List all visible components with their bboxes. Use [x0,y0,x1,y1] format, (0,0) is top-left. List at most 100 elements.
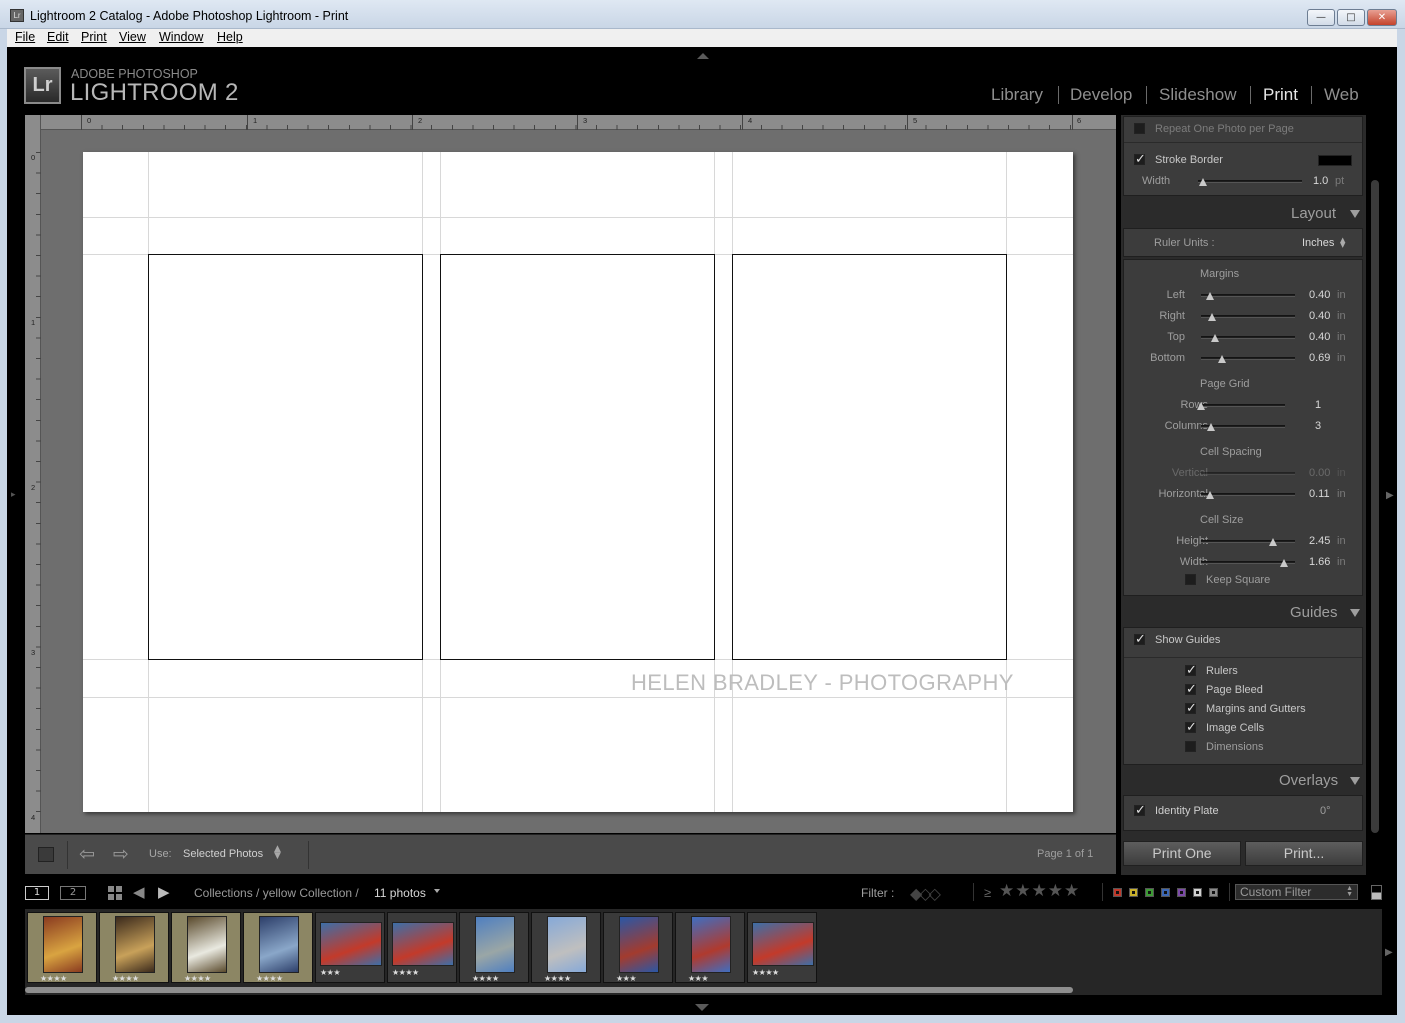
next-page-icon[interactable]: ⇨ [113,843,129,865]
grid-view-icon[interactable] [108,886,122,900]
module-print[interactable]: Print [1263,85,1298,105]
collapse-triangle-icon[interactable] [1350,210,1360,218]
margins-gutters-checkbox[interactable]: ✓ [1185,702,1197,715]
bottom-panel-toggle-icon[interactable] [695,1004,709,1011]
guides-panel-header[interactable]: Guides [1290,604,1338,621]
identity-plate-overlay[interactable]: HELEN BRADLEY - PHOTOGRAPHY [631,670,1014,696]
margin-left-slider[interactable] [1201,294,1295,297]
close-button[interactable]: ✕ [1367,9,1397,26]
menu-edit[interactable]: Edit [47,30,69,44]
margin-bottom-slider[interactable] [1201,357,1295,360]
keep-square-checkbox[interactable] [1185,574,1196,585]
rulers-checkbox[interactable]: ✓ [1185,664,1197,677]
filmstrip-thumbnail[interactable]: ★★★★ [747,912,817,983]
print-one-button[interactable]: Print One [1123,841,1241,866]
filmstrip-right-toggle-icon[interactable]: ▶ [1385,947,1393,958]
color-label-filter[interactable] [1209,888,1218,897]
filmstrip-thumbnail[interactable]: ★★★★ [531,912,601,983]
back-arrow-icon[interactable]: ◀ [133,883,145,901]
left-panel-toggle-icon[interactable]: ▸ [11,490,16,500]
image-cells-checkbox[interactable]: ✓ [1185,721,1197,734]
maximize-button[interactable]: □ [1337,9,1365,26]
collection-path[interactable]: Collections / yellow Collection / [194,886,359,900]
image-cell-3[interactable] [732,254,1007,660]
slider-thumb[interactable] [1279,559,1288,567]
filmstrip-thumbnail[interactable]: ★★★ [603,912,673,983]
stroke-color-swatch[interactable] [1318,155,1352,166]
color-label-filter[interactable] [1193,888,1202,897]
module-slideshow[interactable]: Slideshow [1159,85,1237,105]
columns-value[interactable]: 3 [1315,420,1321,432]
image-cell-1[interactable] [148,254,423,660]
rating-filter-stars[interactable]: ★★★★★ [999,881,1080,901]
photo-count[interactable]: 11 photos [374,886,426,900]
flag-filter-icons[interactable]: ◆◇◇ [910,884,941,903]
dropdown-arrows-icon[interactable]: ▲ ▼ [1340,237,1345,249]
dropdown-arrows-icon[interactable]: ▲ ▼ [274,845,281,861]
rows-slider[interactable] [1201,404,1285,407]
color-label-filter[interactable] [1145,888,1154,897]
slider-thumb[interactable] [1211,334,1220,342]
identity-plate-checkbox[interactable]: ✓ [1134,804,1146,817]
secondary-display-button[interactable]: 2 [60,886,86,900]
color-label-filter[interactable] [1113,888,1122,897]
show-guides-checkbox[interactable]: ✓ [1134,633,1146,646]
collapse-triangle-icon[interactable] [1350,609,1360,617]
dimensions-checkbox[interactable] [1185,741,1196,752]
menu-window[interactable]: Window [159,30,203,44]
vertical-spacing-value[interactable]: 0.00 [1309,467,1330,479]
slider-thumb[interactable] [1269,538,1278,546]
print-button[interactable]: Print... [1245,841,1363,866]
color-label-filter[interactable] [1177,888,1186,897]
filmstrip-scrollbar[interactable] [25,987,1073,993]
slider-thumb[interactable] [1217,355,1226,363]
cell-width-value[interactable]: 1.66 [1309,556,1330,568]
filmstrip-thumbnail[interactable]: ★★★★ [171,912,241,983]
filmstrip-thumbnail[interactable]: ★★★★ [99,912,169,983]
margin-top-value[interactable]: 0.40 [1309,331,1330,343]
filmstrip-thumbnail[interactable]: ★★★★ [243,912,313,983]
stroke-width-slider[interactable] [1198,180,1302,183]
margin-bottom-value[interactable]: 0.69 [1309,352,1330,364]
toolbar-square-icon[interactable] [38,847,54,862]
cell-height-value[interactable]: 2.45 [1309,535,1330,547]
top-panel-toggle-icon[interactable] [697,53,709,59]
margin-left-value[interactable]: 0.40 [1309,289,1330,301]
right-panel-toggle-icon[interactable]: ▶ [1386,490,1394,501]
stroke-width-value[interactable]: 1.0 [1313,175,1328,187]
collapse-triangle-icon[interactable] [1350,777,1360,785]
color-label-filter[interactable] [1129,888,1138,897]
margin-right-value[interactable]: 0.40 [1309,310,1330,322]
color-label-filters[interactable] [1113,888,1223,898]
page-bleed-checkbox[interactable]: ✓ [1185,683,1197,696]
filmstrip-thumbnail[interactable]: ★★★★ [387,912,457,983]
slider-thumb[interactable] [1206,292,1215,300]
slider-thumb[interactable] [1208,313,1217,321]
repeat-one-photo-checkbox[interactable] [1134,123,1145,134]
menu-print[interactable]: Print [81,30,107,44]
image-cell-2[interactable] [440,254,715,660]
rating-operator[interactable]: ≥ [984,885,991,900]
stroke-border-checkbox[interactable]: ✓ [1134,153,1146,166]
right-panel-scrollbar[interactable] [1371,180,1379,833]
forward-arrow-icon[interactable]: ▶ [158,883,170,901]
module-web[interactable]: Web [1324,85,1359,105]
overlays-panel-header[interactable]: Overlays [1279,772,1338,789]
filmstrip-thumbnail[interactable]: ★★★★ [27,912,97,983]
layout-panel-header[interactable]: Layout [1291,205,1336,222]
slider-thumb[interactable] [1197,402,1205,410]
horizontal-spacing-value[interactable]: 0.11 [1309,488,1330,500]
minimize-button[interactable]: — [1307,9,1335,26]
color-label-filter[interactable] [1161,888,1170,897]
module-develop[interactable]: Develop [1070,85,1132,105]
horizontal-spacing-slider[interactable] [1201,493,1295,496]
slider-thumb[interactable] [1207,423,1216,431]
module-library[interactable]: Library [991,85,1043,105]
identity-plate-angle[interactable]: 0° [1320,805,1331,817]
primary-display-button[interactable]: 1 [25,886,49,900]
vertical-spacing-slider[interactable] [1201,472,1295,475]
previous-page-icon[interactable]: ⇦ [79,843,95,865]
filmstrip-thumbnail[interactable]: ★★★ [675,912,745,983]
filter-preset-select[interactable]: Custom Filter ▲ ▼ [1235,884,1358,900]
slider-thumb[interactable] [1199,178,1208,186]
